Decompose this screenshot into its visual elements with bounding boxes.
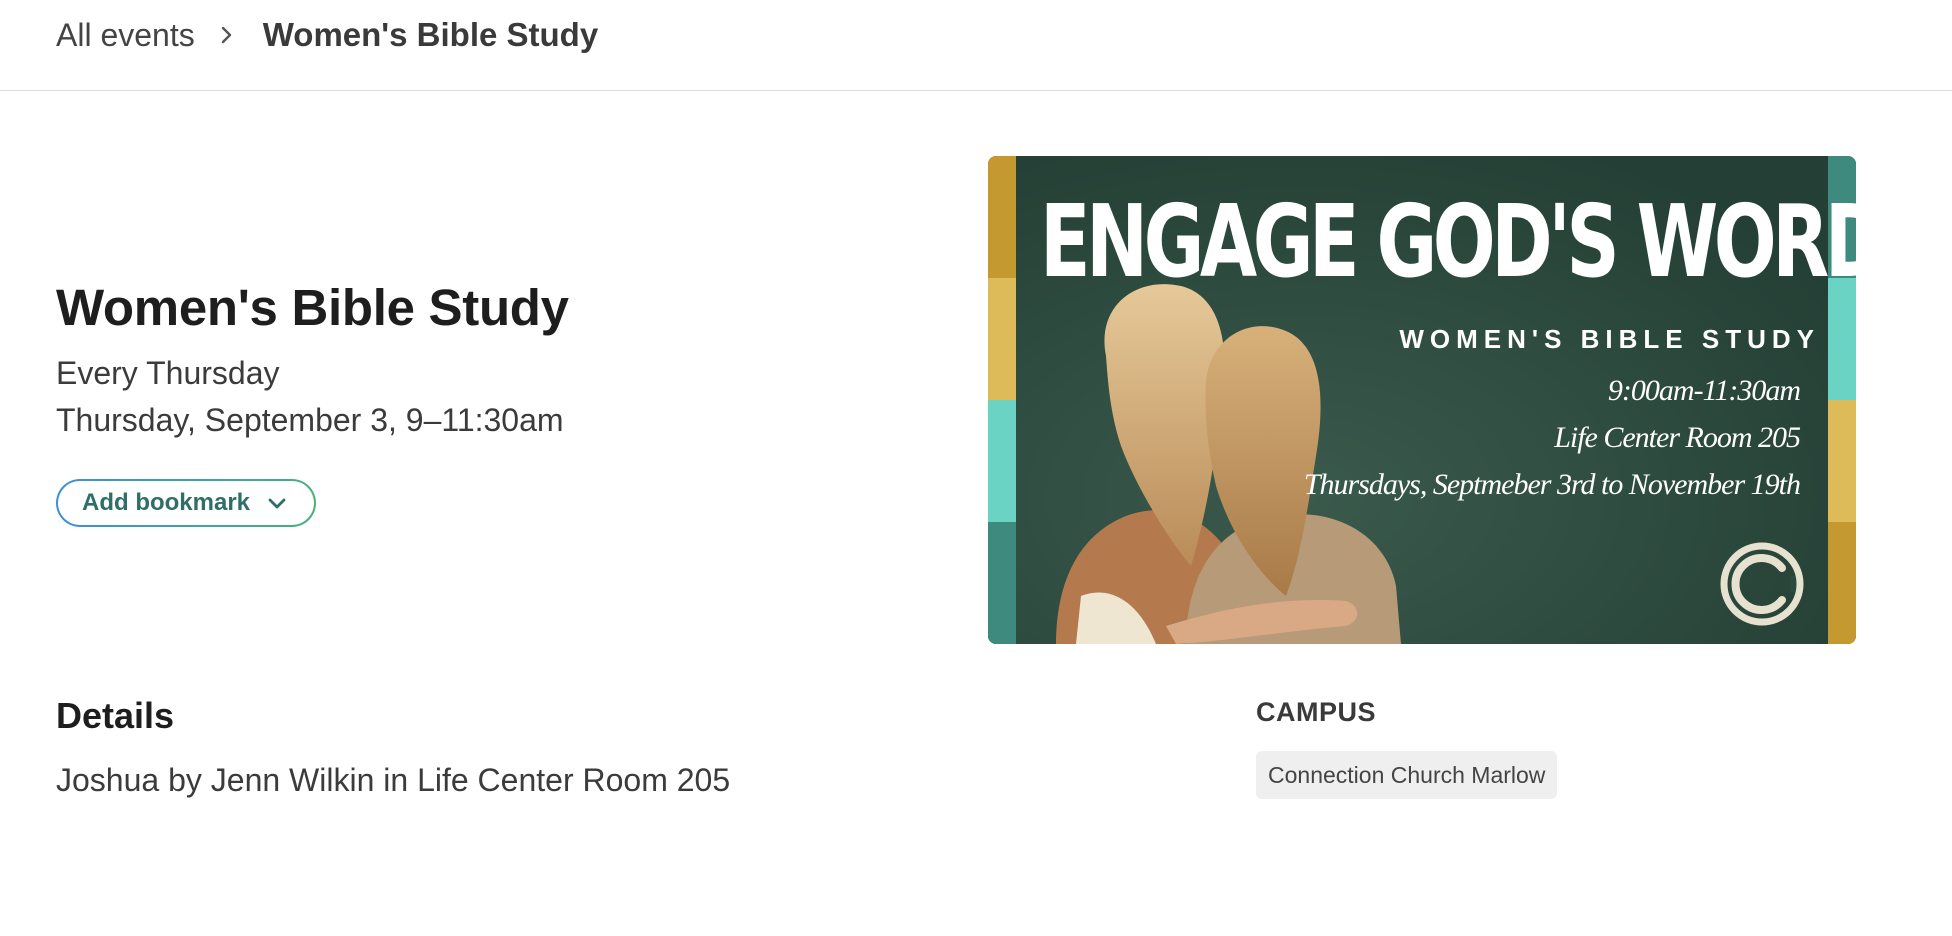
add-bookmark-button[interactable]: Add bookmark [56,479,316,527]
campus-heading: CAMPUS [1256,697,1377,727]
event-title: Women's Bible Study [56,279,569,336]
banner-stripe [988,400,1016,522]
breadcrumb: All events Women's Bible Study [56,16,598,54]
banner-room: Life Center Room 205 [1554,421,1801,454]
banner-stripe [988,156,1016,278]
banner-schedule: Thursdays, Septmeber 3rd to November 19t… [1303,468,1801,501]
add-bookmark-label: Add bookmark [82,489,251,516]
top-bar: All events Women's Bible Study [0,0,1952,91]
event-banner-image: ENGAGE GOD'S WORD WOMEN'S BIBLE STUDY 9:… [988,156,1856,644]
event-datetime: Thursday, September 3, 9–11:30am [56,402,564,438]
breadcrumb-current: Women's Bible Study [262,16,599,53]
event-recurrence: Every Thursday [56,355,280,391]
campus-tag[interactable]: Connection Church Marlow [1256,751,1558,799]
breadcrumb-all-events-link[interactable]: All events [56,17,195,54]
banner-stripe [1828,522,1856,644]
banner-subheadline: WOMEN'S BIBLE STUDY [1399,324,1820,354]
banner-stripe [988,278,1016,400]
banner-stripe [988,522,1016,644]
chevron-right-icon [221,26,231,44]
banner-stripe [1828,400,1856,522]
chevron-down-icon [268,498,286,509]
banner-headline: ENGAGE GOD'S WORD [1040,183,1856,300]
details-heading: Details [56,695,175,736]
banner-time: 9:00am-11:30am [1607,374,1801,407]
details-description: Joshua by Jenn Wilkin in Life Center Roo… [56,762,731,798]
